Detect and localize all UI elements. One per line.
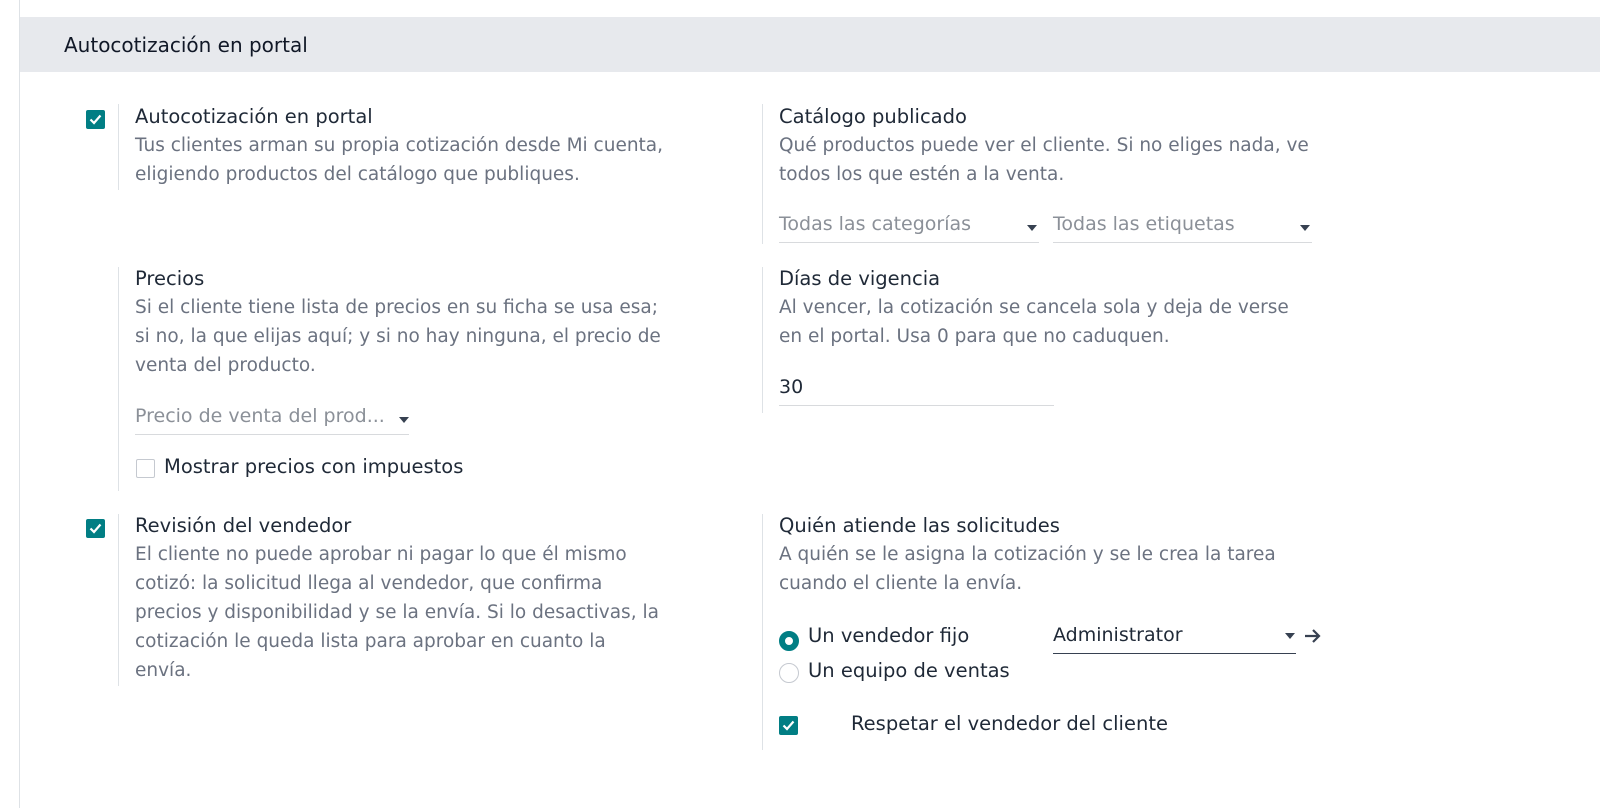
catalog-desc-line: Qué productos puede ver el cliente. Si n… [779,135,1309,156]
chevron-down-icon [1285,633,1295,639]
page-left-border [19,0,20,808]
prices-description: Si el cliente tiene lista de precios en … [135,293,661,380]
tags-placeholder: Todas las etiquetas [1053,213,1235,235]
salesperson-value: Administrator [1053,624,1183,646]
section-header: Autocotización en portal [20,17,1600,72]
assign-desc-line: cuando el cliente la envía. [779,573,1023,594]
prices-title: Precios [135,267,205,290]
portal-divider [118,104,119,190]
validity-days-input[interactable]: 30 [779,376,1054,406]
portal-title: Autocotización en portal [135,105,373,128]
validity-desc-line: en el portal. Usa 0 para que no caduquen… [779,326,1170,347]
tax-label[interactable]: Mostrar precios con impuestos [164,455,463,478]
review-desc-line: El cliente no puede aprobar ni pagar lo … [135,544,627,565]
categories-placeholder: Todas las categorías [779,213,972,235]
portal-checkbox[interactable] [86,110,105,129]
validity-description: Al vencer, la cotización se cancela sola… [779,293,1289,351]
pricelist-value: Precio de venta del prod... [135,405,385,427]
radio-fixed-salesperson[interactable] [779,631,799,651]
prices-desc-line: Si el cliente tiene lista de precios en … [135,297,658,318]
prices-divider [118,267,119,491]
review-checkbox[interactable] [86,519,105,538]
assign-description: A quién se le asigna la cotización y se … [779,540,1276,598]
assign-divider [762,514,763,750]
review-desc-line: precios y disponibilidad y se la envía. … [135,602,659,623]
validity-desc-line: Al vencer, la cotización se cancela sola… [779,297,1289,318]
radio-team-label[interactable]: Un equipo de ventas [808,659,1010,682]
review-title: Revisión del vendedor [135,514,352,537]
chevron-down-icon [1300,225,1310,231]
check-icon [89,523,102,534]
catalog-title: Catálogo publicado [779,105,967,128]
internal-link-arrow-icon[interactable] [1303,627,1323,645]
tax-checkbox[interactable] [136,459,155,478]
prices-desc-line: si no, la que elijas aquí; y si no hay n… [135,326,661,347]
portal-description: Tus clientes arman su propia cotización … [135,131,663,189]
categories-select[interactable]: Todas las categorías [779,213,1039,243]
assign-title: Quién atiende las solicitudes [779,514,1060,537]
chevron-down-icon [399,417,409,423]
tags-select[interactable]: Todas las etiquetas [1053,213,1312,243]
radio-fixed-label[interactable]: Un vendedor fijo [808,624,969,647]
radio-sales-team[interactable] [779,663,799,683]
check-icon [782,720,795,731]
section-title: Autocotización en portal [64,33,308,57]
review-desc-line: cotizó: la solicitud llega al vendedor, … [135,573,603,594]
portal-desc-line: Tus clientes arman su propia cotización … [135,135,664,156]
review-desc-line: cotización le queda lista para aprobar e… [135,631,606,652]
respect-salesperson-label[interactable]: Respetar el vendedor del cliente [851,712,1168,735]
review-desc-line: envía. [135,660,192,681]
respect-salesperson-checkbox[interactable] [779,716,798,735]
review-description: El cliente no puede aprobar ni pagar lo … [135,540,659,685]
catalog-description: Qué productos puede ver el cliente. Si n… [779,131,1309,189]
chevron-down-icon [1027,225,1037,231]
catalog-divider [762,104,763,244]
salesperson-select[interactable]: Administrator [1053,624,1296,654]
review-divider [118,514,119,686]
validity-divider [762,267,763,413]
prices-desc-line: venta del producto. [135,355,316,376]
validity-days-value: 30 [779,376,804,398]
catalog-desc-line: todos los que estén a la venta. [779,164,1065,185]
assign-desc-line: A quién se le asigna la cotización y se … [779,544,1276,565]
pricelist-select[interactable]: Precio de venta del prod... [135,405,409,435]
validity-title: Días de vigencia [779,267,941,290]
check-icon [89,114,102,125]
portal-desc-line: eligiendo productos del catálogo que pub… [135,164,580,185]
